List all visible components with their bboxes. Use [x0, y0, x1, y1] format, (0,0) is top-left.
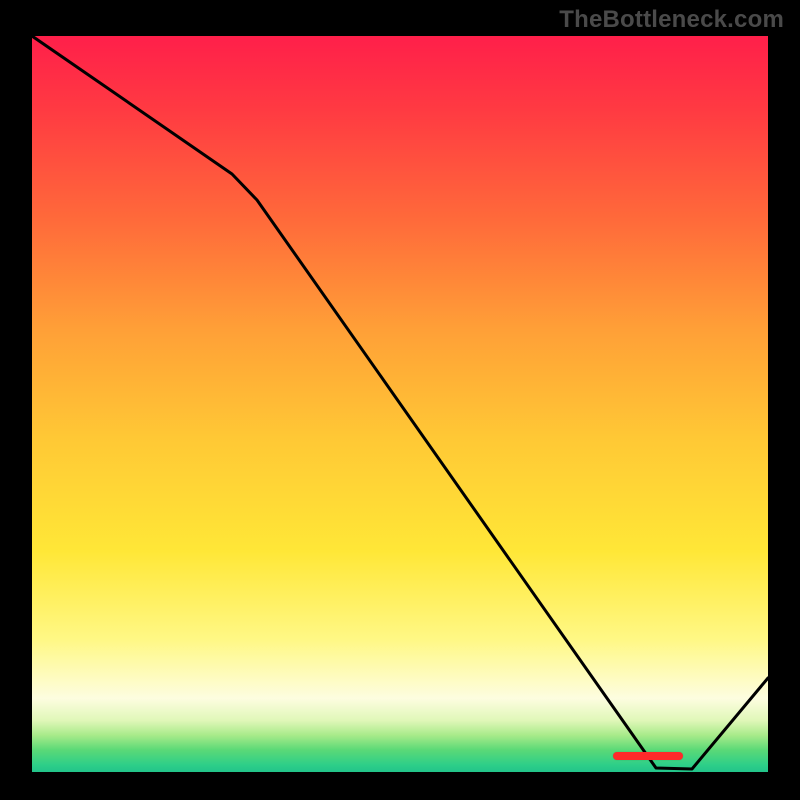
optimal-range-bar — [613, 752, 683, 760]
plot-area — [32, 36, 768, 772]
chart-stage: TheBottleneck.com — [0, 0, 800, 800]
heat-gradient — [32, 36, 768, 772]
watermark-text: TheBottleneck.com — [559, 6, 784, 34]
